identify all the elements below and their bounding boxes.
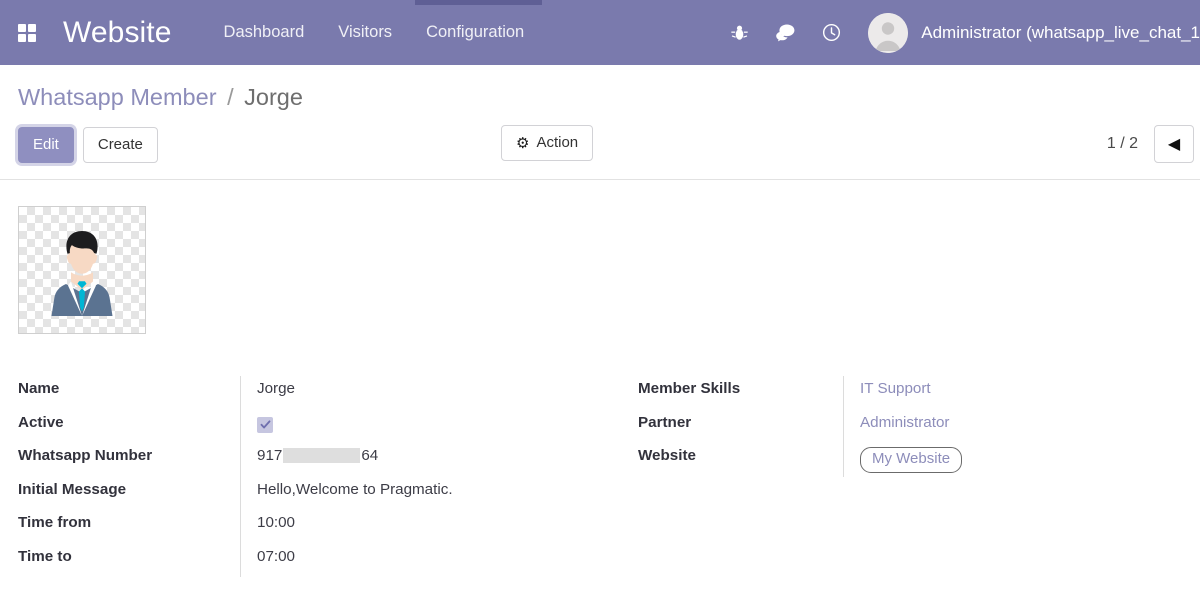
breadcrumb-separator: / bbox=[227, 84, 234, 110]
page-loading-bar bbox=[415, 0, 542, 5]
field-name: Name Jorge bbox=[18, 376, 638, 410]
field-name-label: Name bbox=[18, 380, 60, 398]
action-menu-wrapper: ⚙ Action bbox=[501, 125, 594, 162]
field-active: Active bbox=[18, 409, 638, 444]
apps-menu-button[interactable] bbox=[6, 13, 48, 53]
field-initial-message-label: Initial Message bbox=[18, 480, 127, 498]
field-website-label: Website bbox=[638, 447, 696, 465]
field-member-skills-value[interactable]: IT Support bbox=[843, 376, 1068, 410]
pager-count: 1 / 2 bbox=[1106, 135, 1138, 153]
activity-clock-icon[interactable] bbox=[808, 13, 854, 53]
user-avatar-icon bbox=[868, 12, 909, 53]
top-navbar: Website Dashboard Visitors Configuration bbox=[0, 0, 1200, 65]
field-member-skills: Member Skills IT Support bbox=[638, 376, 1068, 410]
control-panel-buttons: Edit Create ⚙ Action 1 / 2 ◀ bbox=[18, 125, 1194, 165]
app-brand-title[interactable]: Website bbox=[63, 16, 172, 50]
field-time-from: Time from 10:00 bbox=[18, 510, 638, 544]
field-partner-label: Partner bbox=[638, 413, 692, 431]
apps-grid-icon bbox=[18, 23, 36, 42]
pager: 1 / 2 ◀ bbox=[1106, 125, 1194, 164]
field-time-to-label: Time to bbox=[18, 547, 72, 565]
field-active-value bbox=[240, 409, 638, 444]
field-whatsapp-number-value[interactable]: 917 64 bbox=[240, 443, 638, 477]
field-member-skills-label: Member Skills bbox=[638, 380, 741, 398]
menu-item-dashboard[interactable]: Dashboard bbox=[224, 23, 305, 42]
menu-item-visitors[interactable]: Visitors bbox=[338, 23, 392, 42]
field-time-to-value[interactable]: 07:00 bbox=[240, 543, 638, 578]
phone-suffix: 64 bbox=[361, 447, 379, 465]
active-checkbox[interactable] bbox=[257, 416, 273, 433]
pager-previous-button[interactable]: ◀ bbox=[1154, 125, 1194, 164]
menu-item-configuration[interactable]: Configuration bbox=[426, 23, 524, 42]
redacted-phone: 917 64 bbox=[257, 447, 378, 464]
main-menu: Dashboard Visitors Configuration bbox=[224, 23, 525, 42]
field-whatsapp-number: Whatsapp Number 917 64 bbox=[18, 443, 638, 477]
breadcrumb: Whatsapp Member / Jorge bbox=[18, 83, 1182, 111]
action-button[interactable]: ⚙ Action bbox=[501, 125, 594, 162]
field-whatsapp-number-label: Whatsapp Number bbox=[18, 447, 153, 465]
form-column-left: Name Jorge Active Whatsapp Number 917 64… bbox=[18, 376, 638, 578]
field-active-label: Active bbox=[18, 413, 64, 431]
field-initial-message-value[interactable]: Hello,Welcome to Pragmatic. bbox=[240, 476, 638, 511]
action-button-label: Action bbox=[536, 134, 579, 152]
edit-button[interactable]: Edit bbox=[18, 127, 74, 164]
form-column-right: Member Skills IT Support Partner Adminis… bbox=[638, 376, 1068, 577]
field-time-from-label: Time from bbox=[18, 514, 92, 532]
field-time-to: Time to 07:00 bbox=[18, 543, 638, 578]
member-photo[interactable] bbox=[18, 206, 146, 335]
field-website: Website My Website bbox=[638, 443, 1068, 477]
field-time-from-value[interactable]: 10:00 bbox=[240, 510, 638, 544]
create-button[interactable]: Create bbox=[82, 127, 158, 164]
breadcrumb-current: Jorge bbox=[244, 84, 303, 110]
chevron-left-icon: ◀ bbox=[1167, 136, 1181, 154]
form-fields: Name Jorge Active Whatsapp Number 917 64… bbox=[18, 376, 1182, 578]
form-sheet: Name Jorge Active Whatsapp Number 917 64… bbox=[0, 180, 1200, 578]
field-partner-value[interactable]: Administrator bbox=[843, 409, 1068, 444]
messages-icon[interactable] bbox=[762, 13, 808, 53]
control-panel: Whatsapp Member / Jorge Edit Create ⚙ Ac… bbox=[0, 65, 1200, 181]
bug-icon[interactable] bbox=[716, 13, 762, 53]
field-name-value[interactable]: Jorge bbox=[240, 376, 638, 410]
phone-prefix: 917 bbox=[257, 447, 283, 465]
field-website-value: My Website bbox=[843, 443, 1068, 477]
website-badge[interactable]: My Website bbox=[860, 447, 963, 473]
breadcrumb-parent[interactable]: Whatsapp Member bbox=[18, 84, 217, 110]
user-menu-button[interactable]: Administrator (whatsapp_live_chat_1 bbox=[868, 12, 1200, 53]
field-initial-message: Initial Message Hello,Welcome to Pragmat… bbox=[18, 476, 638, 511]
redaction-block bbox=[283, 448, 361, 464]
user-name-label: Administrator (whatsapp_live_chat_1 bbox=[921, 22, 1200, 42]
field-partner: Partner Administrator bbox=[638, 409, 1068, 444]
navbar-right-tools: Administrator (whatsapp_live_chat_1 bbox=[716, 12, 1200, 53]
gear-icon: ⚙ bbox=[516, 134, 530, 152]
